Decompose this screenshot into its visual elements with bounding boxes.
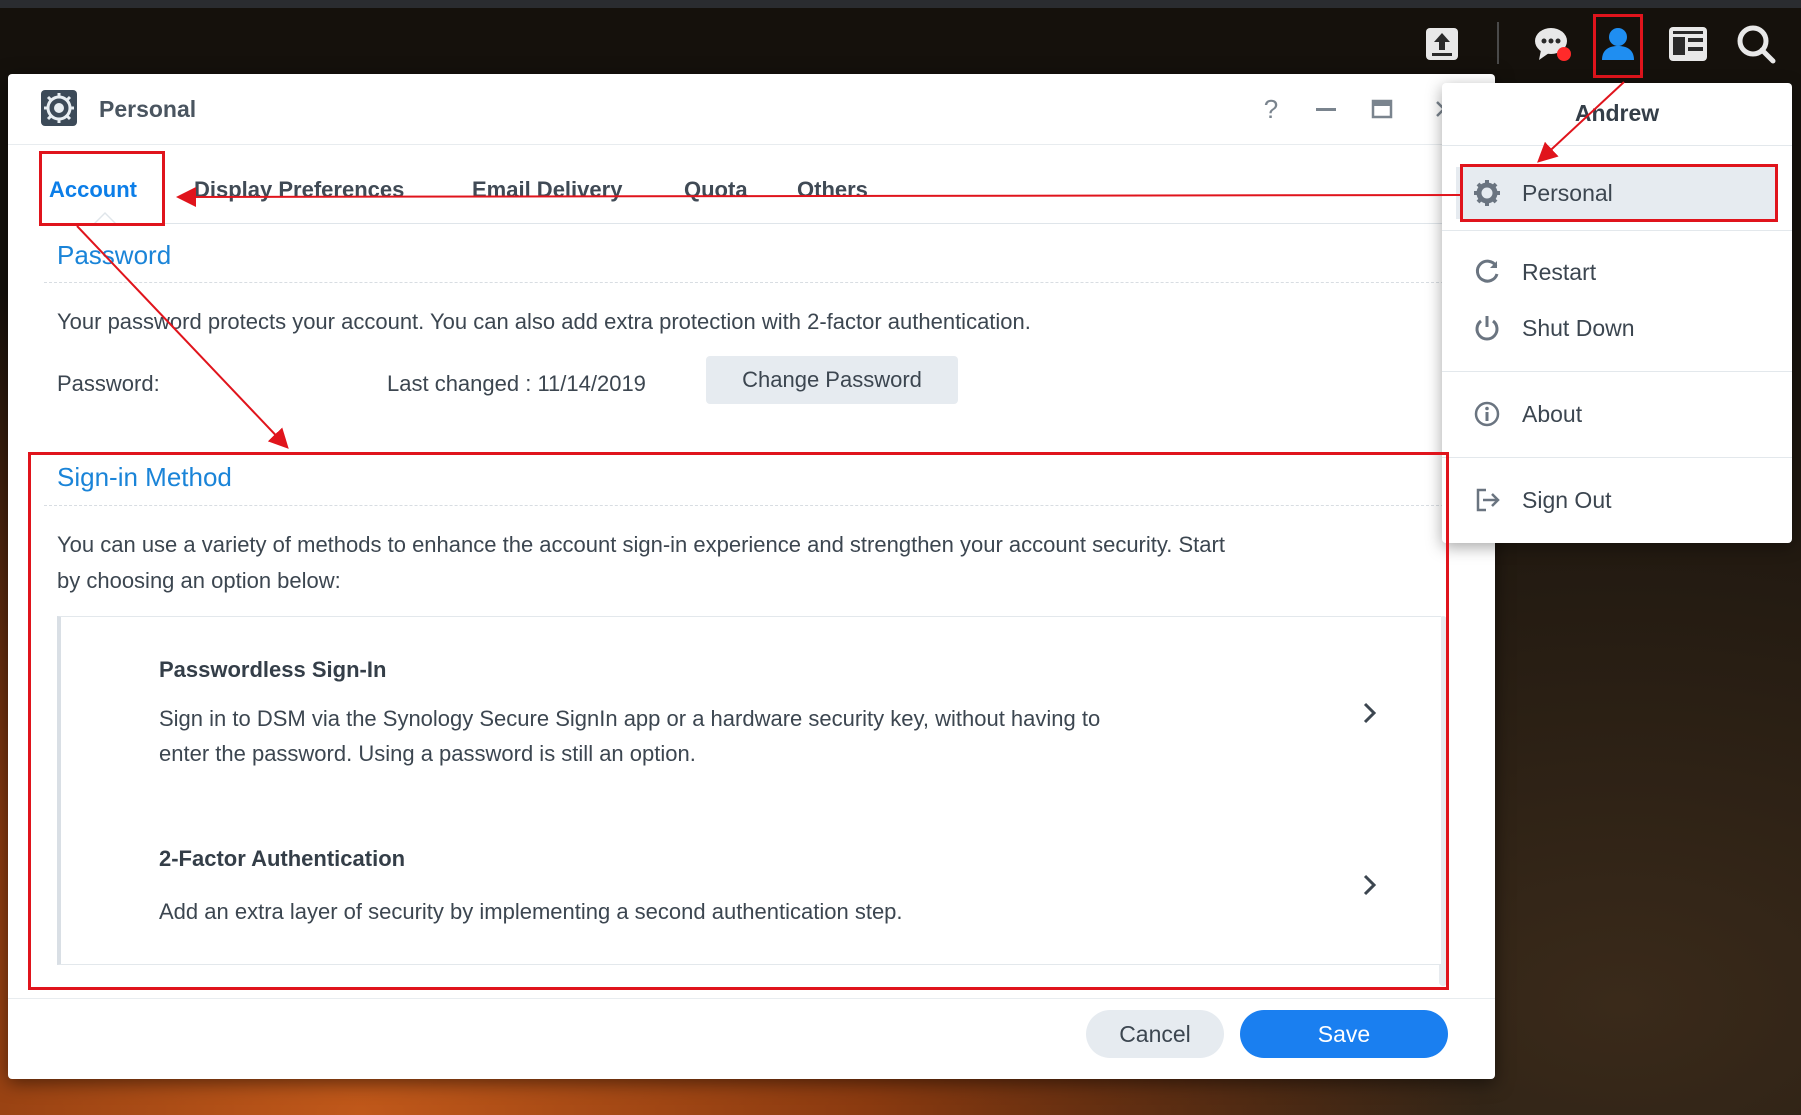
menu-separator	[1442, 457, 1792, 458]
menu-item-label: Shut Down	[1522, 314, 1635, 341]
account-tab-highlight-box	[39, 151, 165, 226]
power-icon	[1472, 313, 1502, 343]
sign-out-icon	[1472, 485, 1502, 515]
tab-quota[interactable]: Quota	[684, 177, 748, 203]
menu-separator	[1442, 230, 1792, 231]
menu-item-restart[interactable]: Restart	[1456, 246, 1778, 298]
window-title: Personal	[99, 96, 197, 122]
chat-icon[interactable]	[1525, 16, 1581, 72]
window-titlebar: Personal ?	[8, 74, 1495, 145]
signin-method-highlight-box	[28, 452, 1449, 990]
menu-item-sign-out[interactable]: Sign Out	[1456, 474, 1778, 526]
save-button[interactable]: Save	[1240, 1010, 1448, 1058]
menu-item-label: About	[1522, 400, 1583, 427]
menu-item-label: Sign Out	[1522, 486, 1612, 513]
tab-others[interactable]: Others	[797, 177, 868, 203]
menu-separator	[1442, 145, 1792, 146]
question-icon[interactable]: ?	[1255, 94, 1287, 124]
maximize-icon[interactable]	[1366, 94, 1398, 124]
search-icon[interactable]	[1728, 16, 1784, 72]
menu-item-label: Restart	[1522, 258, 1597, 285]
personal-menu-highlight-box	[1460, 164, 1778, 222]
browser-top-strip	[0, 0, 1801, 8]
password-description: Your password protects your account. You…	[57, 309, 1031, 334]
tab-email-delivery[interactable]: Email Delivery	[472, 177, 622, 203]
cancel-button[interactable]: Cancel	[1086, 1010, 1224, 1058]
tabs-divider	[40, 223, 1480, 224]
user-icon-highlight-box	[1593, 14, 1643, 78]
taskbar-separator	[1497, 22, 1499, 64]
restart-icon	[1472, 257, 1502, 287]
change-password-button[interactable]: Change Password	[706, 356, 958, 404]
info-icon	[1472, 399, 1502, 429]
footer-divider	[8, 998, 1495, 999]
section-divider	[44, 282, 1444, 283]
menu-separator	[1442, 371, 1792, 372]
menu-item-shut-down[interactable]: Shut Down	[1456, 302, 1778, 354]
tab-display-preferences[interactable]: Display Preferences	[194, 177, 404, 203]
settings-app-icon	[40, 89, 78, 127]
password-last-changed: Last changed : 11/14/2019	[387, 371, 646, 396]
password-field-label: Password:	[57, 371, 160, 396]
menu-username: Andrew	[1574, 100, 1660, 126]
password-section-title: Password	[57, 240, 172, 270]
upload-icon[interactable]	[1414, 16, 1470, 72]
menu-item-about[interactable]: About	[1456, 388, 1778, 440]
widgets-icon[interactable]	[1660, 16, 1716, 72]
user-dropdown-menu: Andrew Personal Restart Shut Down About …	[1442, 83, 1792, 543]
minimize-icon[interactable]	[1310, 94, 1342, 124]
